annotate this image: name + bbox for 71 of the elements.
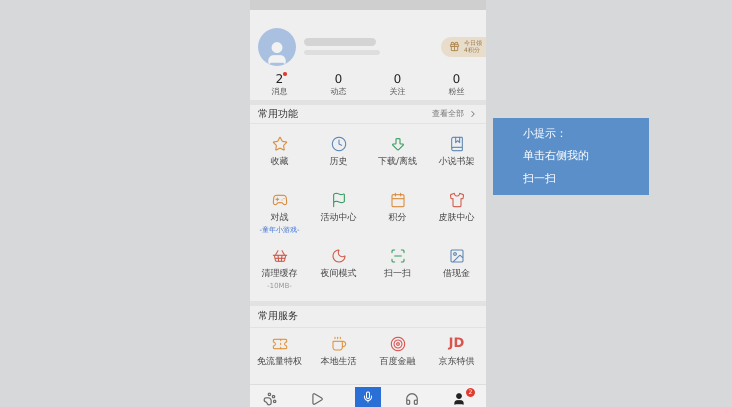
- blurred-name: [304, 38, 376, 46]
- menu-item[interactable]: 小说书架: [427, 128, 486, 184]
- person-icon: [452, 392, 466, 406]
- menu-item[interactable]: 百度金融: [368, 328, 427, 384]
- item-label: 京东特供: [438, 356, 474, 370]
- stat-count: 0: [452, 72, 460, 86]
- item-label: 小说书架: [438, 156, 474, 170]
- play-icon: [310, 392, 324, 406]
- star-icon: [272, 136, 288, 152]
- stat-count: 0: [394, 72, 402, 86]
- picture-icon: [448, 248, 464, 264]
- item-label: 积分: [388, 212, 406, 226]
- gift-icon: [449, 41, 460, 52]
- tip-text: 单击右侧我的: [523, 148, 590, 164]
- cup-icon: [330, 336, 346, 352]
- item-label: 扫一扫: [384, 268, 411, 282]
- clock-icon: [330, 136, 346, 152]
- avatar: [258, 28, 296, 66]
- stat-item[interactable]: 0 关注: [368, 72, 427, 100]
- menu-item[interactable]: JD 京东特供: [427, 328, 486, 384]
- menu-item[interactable]: 借现金: [427, 240, 486, 296]
- voice-button[interactable]: [354, 387, 381, 407]
- menu-item[interactable]: 活动中心: [309, 184, 368, 240]
- logo-text: JD: [448, 336, 464, 352]
- stat-item[interactable]: 0 粉丝: [427, 72, 486, 100]
- basket-icon: [272, 248, 288, 264]
- calendar-icon: [390, 192, 406, 208]
- scan-icon: [390, 248, 406, 264]
- tip-text: 扫一扫: [523, 170, 557, 187]
- stat-label: 粉丝: [448, 86, 464, 98]
- tip-title: 小提示：: [523, 126, 568, 142]
- item-label: 对战: [270, 212, 288, 226]
- target-icon: [390, 336, 406, 352]
- menu-item[interactable]: 历史: [309, 128, 368, 184]
- microphone-icon: [362, 391, 374, 404]
- menu-item[interactable]: 皮肤中心: [427, 184, 486, 240]
- book-icon: [448, 136, 464, 152]
- section-title: 常用功能: [258, 108, 298, 122]
- item-label: 活动中心: [320, 212, 356, 226]
- item-label: 皮肤中心: [438, 212, 474, 226]
- item-label: 清理缓存: [262, 268, 298, 282]
- menu-item[interactable]: 本地生活: [309, 328, 368, 384]
- item-label: 下载/离线: [378, 156, 418, 170]
- menu-item[interactable]: 免流量特权: [250, 328, 309, 384]
- shirt-icon: [448, 192, 464, 208]
- headphones-icon: [404, 392, 419, 406]
- menu-item[interactable]: 积分: [368, 184, 427, 240]
- stat-count: 0: [334, 72, 342, 86]
- stat-item[interactable]: 2 消息: [250, 72, 309, 100]
- item-label: 本地生活: [320, 356, 356, 370]
- menu-item[interactable]: 扫一扫: [368, 240, 427, 296]
- stat-item[interactable]: 0 动态: [309, 72, 368, 100]
- item-label: 历史: [330, 156, 348, 170]
- menu-item[interactable]: 收藏: [250, 128, 309, 184]
- stat-label: 消息: [272, 86, 288, 98]
- menu-item[interactable]: 夜间模式: [309, 240, 368, 296]
- item-label: 免流量特权: [257, 356, 302, 370]
- down-arrow-icon: [390, 136, 406, 152]
- stat-label: 动态: [330, 86, 346, 98]
- moon-icon: [330, 248, 346, 264]
- item-label: 百度金融: [380, 356, 416, 370]
- item-label: 收藏: [270, 156, 288, 170]
- item-label: 借现金: [443, 268, 470, 282]
- flag-icon: [330, 192, 346, 208]
- view-all-link[interactable]: 查看全部: [432, 108, 478, 120]
- paw-icon: [263, 392, 278, 406]
- item-label: 夜间模式: [320, 268, 356, 282]
- stat-label: 关注: [390, 86, 406, 98]
- menu-item[interactable]: 下载/离线: [368, 128, 427, 184]
- section-title: 常用服务: [258, 310, 298, 324]
- stat-count: 2: [276, 72, 284, 86]
